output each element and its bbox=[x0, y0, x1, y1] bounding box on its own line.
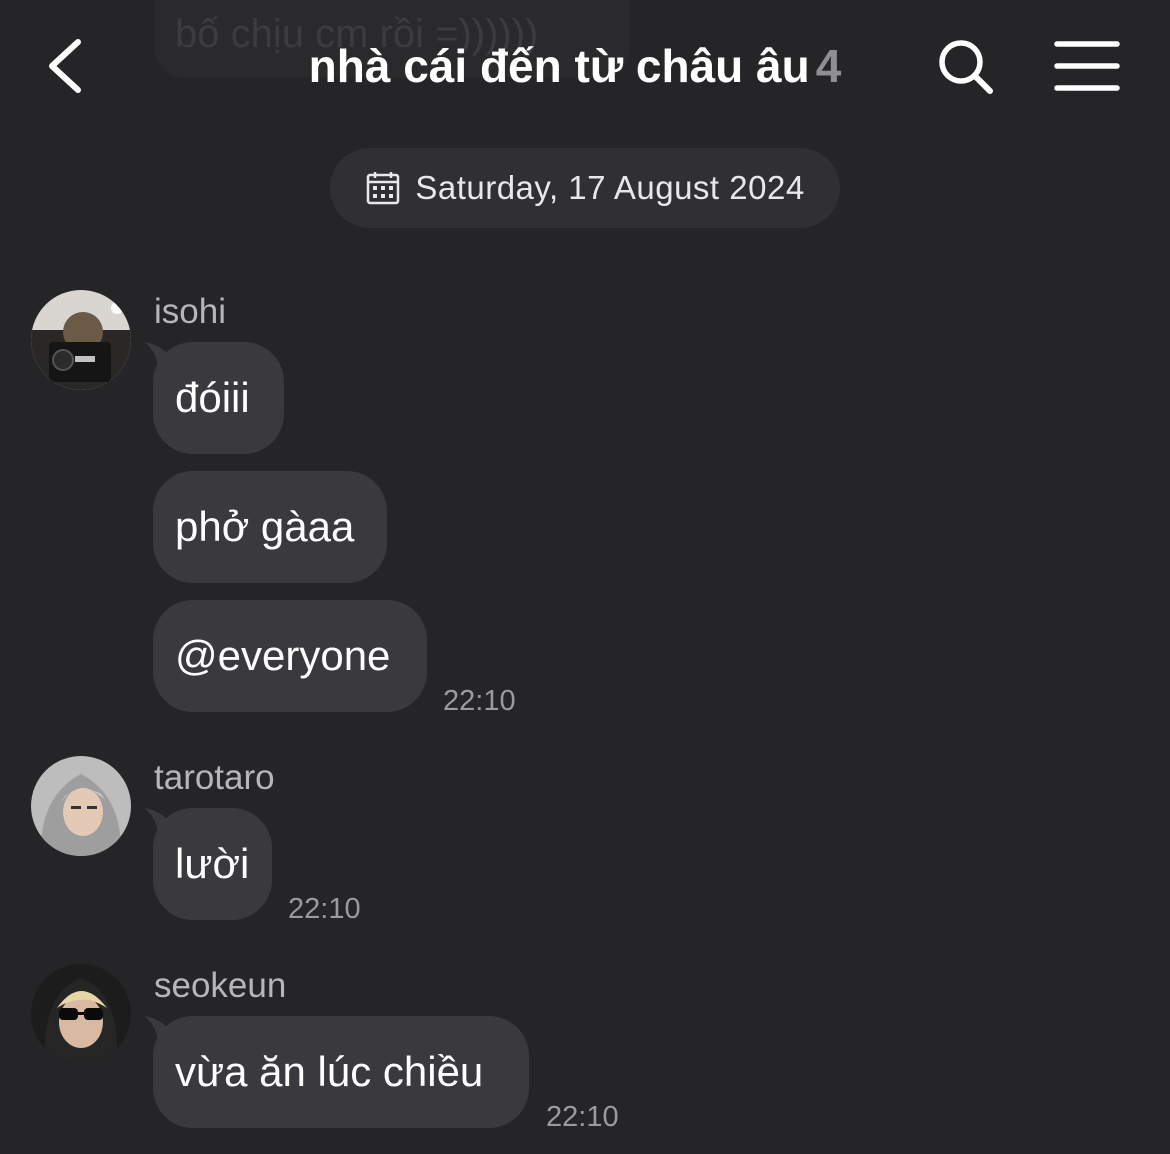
avatar-image bbox=[31, 964, 131, 1064]
message-bubble[interactable]: lười bbox=[153, 808, 272, 920]
message-bubble[interactable]: @everyone bbox=[153, 600, 427, 712]
message-timestamp: 22:10 bbox=[288, 893, 361, 925]
avatar-seokeun[interactable] bbox=[31, 964, 131, 1064]
avatar-image bbox=[31, 756, 131, 856]
message-timestamp: 22:10 bbox=[546, 1101, 619, 1133]
search-icon bbox=[939, 40, 993, 94]
message-text: @everyone bbox=[175, 632, 391, 679]
date-label: Saturday, 17 August 2024 bbox=[415, 169, 805, 206]
chat-title[interactable]: nhà cái đến từ châu âu 4 bbox=[160, 36, 990, 96]
date-divider: Saturday, 17 August 2024 bbox=[330, 148, 840, 228]
message-text: đóiii bbox=[175, 374, 250, 421]
calendar-icon bbox=[367, 172, 400, 205]
menu-button[interactable] bbox=[1054, 38, 1120, 94]
sender-name: isohi bbox=[154, 292, 226, 331]
message-text: lười bbox=[175, 840, 250, 887]
message-text: phở gàaa bbox=[175, 503, 355, 550]
avatar-tarotaro[interactable] bbox=[31, 756, 131, 856]
group-name: nhà cái đến từ châu âu bbox=[308, 40, 810, 92]
avatar-image bbox=[31, 290, 131, 390]
search-button[interactable] bbox=[935, 36, 997, 98]
chevron-left-icon bbox=[49, 39, 81, 93]
chat-header: nhà cái đến từ châu âu 4 bbox=[0, 0, 1170, 130]
avatar-isohi[interactable] bbox=[31, 290, 131, 390]
sender-name: tarotaro bbox=[154, 758, 275, 797]
chat-screen: bố chịu cm rồi =)))))) nhà cái đến từ ch… bbox=[0, 0, 1170, 1154]
member-count: 4 bbox=[815, 40, 842, 92]
message-bubble[interactable]: vừa ăn lúc chiều bbox=[153, 1016, 529, 1128]
message-text: vừa ăn lúc chiều bbox=[175, 1048, 484, 1095]
message-bubble[interactable]: phở gàaa bbox=[153, 471, 387, 583]
message-timestamp: 22:10 bbox=[443, 685, 516, 717]
message-bubble[interactable]: đóiii bbox=[153, 342, 284, 454]
back-button[interactable] bbox=[38, 36, 98, 96]
sender-name: seokeun bbox=[154, 966, 287, 1005]
hamburger-menu-icon bbox=[1054, 41, 1120, 91]
